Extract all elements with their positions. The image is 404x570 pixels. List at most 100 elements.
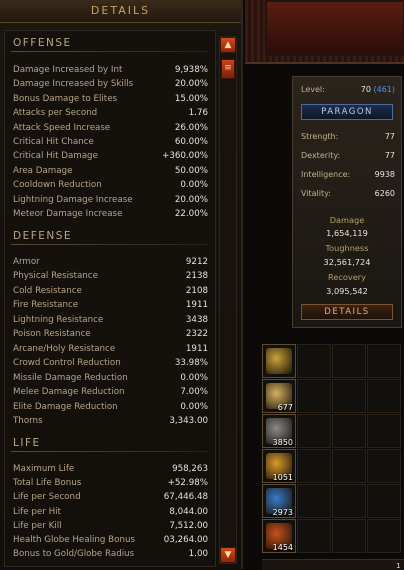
- stat-label: Damage Increased by Int: [13, 65, 123, 75]
- red-window-decoration: [265, 0, 404, 56]
- stat-row[interactable]: Armor 9212: [13, 255, 208, 269]
- stat-value: 60.00%: [174, 137, 208, 147]
- inventory-slot[interactable]: [297, 519, 331, 553]
- inventory-slot[interactable]: [297, 484, 331, 518]
- stat-value: 2322: [185, 329, 208, 340]
- inventory-slot[interactable]: [367, 414, 401, 448]
- details-button[interactable]: DETAILS: [301, 304, 393, 320]
- inventory-slot[interactable]: [297, 344, 331, 378]
- stat-row[interactable]: Health Globe Healing Bonus 03,264.00: [13, 533, 208, 547]
- stat-value: 3,343.00: [169, 415, 208, 426]
- inventory-slot[interactable]: [332, 344, 366, 378]
- inventory-slot[interactable]: [367, 449, 401, 483]
- stat-row[interactable]: Attacks per Second 1.76: [13, 106, 208, 120]
- stat-value: 50.00%: [174, 165, 208, 176]
- stat-value: 15.00%: [174, 93, 208, 104]
- inventory-slot[interactable]: 2973: [262, 484, 296, 518]
- stat-label: Life per Second: [13, 492, 81, 503]
- item-stack-count: 1454: [272, 543, 293, 552]
- inventory-slot[interactable]: 1454: [262, 519, 296, 553]
- inventory-slot[interactable]: [367, 484, 401, 518]
- stat-row[interactable]: Elite Damage Reduction 0.00%: [13, 400, 208, 414]
- stat-label: Arcane/Holy Resistance: [13, 343, 116, 354]
- inventory-slot[interactable]: [297, 379, 331, 413]
- stat-row[interactable]: Poison Resistance 2322: [13, 327, 208, 341]
- stat-label: Critical Hit Chance: [13, 137, 94, 147]
- scroll-up-button[interactable]: ▲: [220, 37, 236, 53]
- level-row: Level: 70 (461): [301, 83, 395, 97]
- stat-row[interactable]: Attack Speed Increase 26.00%: [13, 121, 208, 135]
- arrow-up-icon: ▲: [224, 40, 232, 50]
- stat-value: 20.00%: [174, 79, 208, 90]
- inventory-slot[interactable]: 1051: [262, 449, 296, 483]
- paragon-level: (461): [373, 85, 395, 94]
- stat-row[interactable]: Bonus to Gold/Globe Radius 1.00: [13, 547, 208, 561]
- stat-row[interactable]: Cooldown Reduction 0.00%: [13, 178, 208, 192]
- section-divider: [11, 451, 207, 452]
- stat-row[interactable]: Critical Hit Damage +360.00%: [13, 149, 208, 163]
- stat-row[interactable]: Bonus Damage to Elites 15.00%: [13, 92, 208, 106]
- level-label: Level:: [301, 85, 325, 94]
- stat-value: 0.00%: [180, 180, 208, 191]
- stat-label: Life per Hit: [13, 506, 61, 517]
- stat-label: Total Life Bonus: [13, 478, 82, 489]
- stat-row[interactable]: Maximum Life 958,263: [13, 462, 208, 476]
- stat-row[interactable]: Fire Resistance 1911: [13, 298, 208, 312]
- stat-row[interactable]: Lightning Damage Increase 20.00%: [13, 193, 208, 207]
- stat-row[interactable]: Meteor Damage Increase 22.00%: [13, 207, 208, 221]
- inventory-slot[interactable]: 3850: [262, 414, 296, 448]
- stat-label: Life per Kill: [13, 520, 62, 531]
- stat-row[interactable]: Thorns 3,343.00: [13, 414, 208, 428]
- scroll-icon: [266, 348, 292, 374]
- inventory-slot[interactable]: [332, 414, 366, 448]
- inventory-slot[interactable]: [297, 449, 331, 483]
- inventory-slot[interactable]: [367, 379, 401, 413]
- details-header: DETAILS: [0, 0, 241, 23]
- inventory-slot[interactable]: [332, 519, 366, 553]
- stat-value: 7,512.00: [169, 520, 208, 531]
- stat-row[interactable]: Area Damage 50.00%: [13, 164, 208, 178]
- stat-value: 26.00%: [174, 122, 208, 133]
- stat-row[interactable]: Missile Damage Reduction 0.00%: [13, 371, 208, 385]
- stat-row[interactable]: Damage Increased by Int 9,938%: [13, 63, 208, 77]
- stat-row[interactable]: Total Life Bonus +52.98%: [13, 476, 208, 490]
- inventory-slot[interactable]: [297, 414, 331, 448]
- stat-row[interactable]: Melee Damage Reduction 7.00%: [13, 385, 208, 399]
- inventory-slot[interactable]: [332, 484, 366, 518]
- scroll-thumb[interactable]: ≡: [221, 59, 235, 79]
- stat-row[interactable]: Life per Second 67,446.48: [13, 490, 208, 504]
- inventory-slot[interactable]: [332, 379, 366, 413]
- inventory-slot[interactable]: [332, 449, 366, 483]
- stat-value: +52.98%: [167, 478, 208, 489]
- details-scrollbar[interactable]: ▲ ≡ ▼: [219, 36, 237, 564]
- details-panel: DETAILS OFFENSE Damage Increased by Int 9,…: [0, 0, 243, 569]
- stat-value: 2138: [185, 271, 208, 282]
- stat-row[interactable]: Cold Resistance 2108: [13, 284, 208, 298]
- stat-value: 22.00%: [174, 209, 208, 219]
- stat-label: Damage Increased by Skills: [13, 79, 134, 90]
- level-value: 70 (461): [360, 85, 395, 94]
- stat-label: Cold Resistance: [13, 285, 82, 296]
- stat-value: 1.76: [188, 108, 208, 119]
- stat-value: 0.00%: [180, 372, 208, 383]
- stat-row[interactable]: Damage Increased by Skills 20.00%: [13, 77, 208, 91]
- stat-row[interactable]: Crowd Control Reduction 33.98%: [13, 356, 208, 370]
- stat-row[interactable]: Physical Resistance 2138: [13, 269, 208, 283]
- item-stack-count: 1051: [272, 473, 293, 482]
- stat-row[interactable]: Life per Kill 7,512.00: [13, 519, 208, 533]
- stat-row[interactable]: Arcane/Holy Resistance 1911: [13, 342, 208, 356]
- stat-label: Critical Hit Damage: [13, 151, 98, 162]
- inventory-slot[interactable]: [262, 344, 296, 378]
- stat-row[interactable]: Critical Hit Chance 60.00%: [13, 135, 208, 149]
- inventory-slot[interactable]: [367, 344, 401, 378]
- paragon-button[interactable]: PARAGON: [301, 104, 393, 120]
- stat-label: Armor: [13, 257, 40, 267]
- scroll-down-button[interactable]: ▼: [220, 547, 236, 563]
- damage-label: Damage: [329, 215, 365, 225]
- inventory-slot[interactable]: 677: [262, 379, 296, 413]
- stat-value: 7.00%: [180, 387, 208, 398]
- stained-glass-frame: [245, 0, 404, 64]
- inventory-slot[interactable]: [367, 519, 401, 553]
- stat-row[interactable]: Life per Hit 8,044.00: [13, 505, 208, 519]
- stat-row[interactable]: Lightning Resistance 3438: [13, 313, 208, 327]
